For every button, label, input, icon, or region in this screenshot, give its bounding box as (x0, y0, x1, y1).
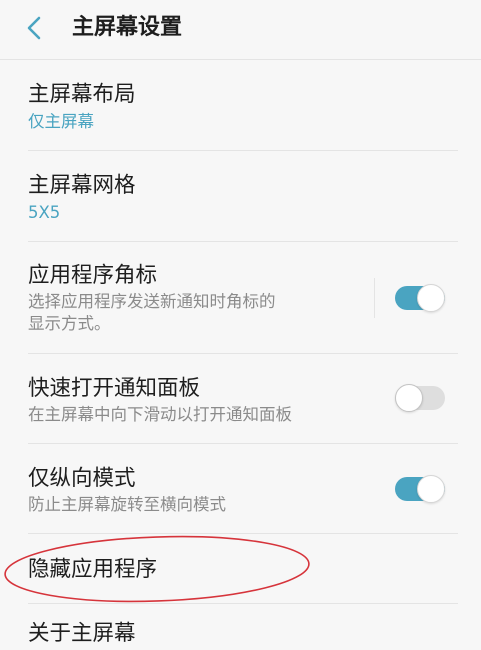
setting-value: 仅主屏幕 (28, 112, 94, 131)
setting-about-home-screen[interactable]: 关于主屏幕 (28, 604, 458, 650)
setting-quick-open-notification-panel[interactable]: 快速打开通知面板 在主屏幕中向下滑动以打开通知面板 (28, 354, 458, 444)
setting-portrait-mode-only[interactable]: 仅纵向模式 防止主屏幕旋转至横向模式 (28, 444, 458, 534)
setting-value: 5X5 (28, 203, 61, 222)
setting-description: 选择应用程序发送新通知时角标的显示方式。 (28, 292, 276, 333)
toggle-knob (395, 384, 423, 412)
toggle-knob (417, 284, 445, 312)
chevron-left-icon (18, 12, 50, 46)
setting-title: 快速打开通知面板 (28, 376, 201, 401)
setting-app-icon-badges[interactable]: 应用程序角标 选择应用程序发送新通知时角标的显示方式。 (28, 242, 458, 354)
setting-description: 防止主屏幕旋转至横向模式 (28, 495, 226, 514)
setting-title: 隐藏应用程序 (28, 557, 158, 582)
setting-title: 主屏幕网格 (28, 173, 136, 198)
quick-open-notification-panel-toggle[interactable] (395, 384, 445, 412)
setting-description: 在主屏幕中向下滑动以打开通知面板 (28, 405, 292, 424)
back-button[interactable] (18, 12, 50, 46)
portrait-mode-only-toggle[interactable] (395, 475, 445, 503)
setting-title: 关于主屏幕 (28, 621, 136, 646)
setting-home-screen-layout[interactable]: 主屏幕布局 仅主屏幕 (28, 60, 458, 151)
setting-title: 主屏幕布局 (28, 82, 136, 107)
page-title: 主屏幕设置 (72, 15, 183, 40)
toggle-knob (417, 475, 445, 503)
setting-home-screen-grid[interactable]: 主屏幕网格 5X5 (28, 151, 458, 242)
setting-hide-apps[interactable]: 隐藏应用程序 (28, 534, 458, 604)
app-bar: 主屏幕设置 (0, 0, 481, 60)
app-icon-badges-toggle[interactable] (395, 284, 445, 312)
vertical-divider (374, 278, 375, 318)
setting-title: 仅纵向模式 (28, 466, 136, 491)
setting-title: 应用程序角标 (28, 263, 158, 288)
